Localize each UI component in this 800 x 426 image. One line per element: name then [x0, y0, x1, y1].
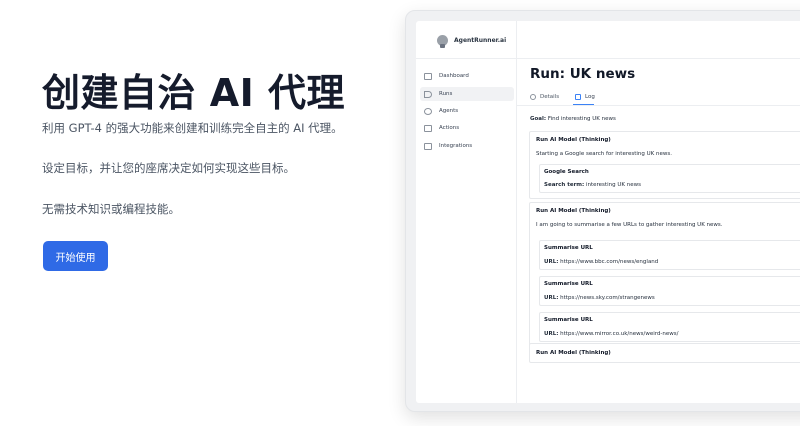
url-link[interactable]: https://news.sky.com/strangenews [560, 295, 655, 301]
goal-label: Goal: [530, 116, 547, 122]
main-content: Run: UK news Details Log Goal: Find inte… [517, 21, 800, 403]
tab-label: Details [540, 94, 560, 100]
brand-name: AgentRunner.ai [454, 37, 507, 44]
sidebar: AgentRunner.ai Dashboard Runs Agents Act… [416, 21, 517, 403]
log-entry-detail: URL: https://www.mirror.co.uk/news/weird… [544, 331, 678, 337]
info-icon [530, 94, 536, 100]
detail-label: URL: [544, 259, 559, 265]
log-entry: Run AI Model (Thinking) I am going to su… [529, 202, 800, 356]
divider [517, 58, 800, 59]
hero-title: 创建自治 AI 代理 [42, 71, 346, 115]
sidebar-item-integrations[interactable]: Integrations [420, 139, 514, 153]
sidebar-item-label: Runs [439, 91, 453, 97]
get-started-button[interactable]: 开始使用 [43, 241, 108, 271]
log-entry-title: Run AI Model (Thinking) [536, 137, 611, 143]
tab-details[interactable]: Details [530, 94, 559, 100]
sidebar-item-runs[interactable]: Runs [420, 87, 514, 101]
hero-description-2: 设定目标，并让您的座席决定如何实现这些目标。 [42, 161, 295, 175]
sidebar-item-label: Integrations [439, 143, 473, 149]
log-sub-entry: Google Search Search term: interesting U… [539, 164, 800, 193]
hero-description-3: 无需技术知识或编程技能。 [42, 202, 180, 216]
brand[interactable]: AgentRunner.ai [437, 35, 507, 48]
log-entry-title: Summarise URL [544, 281, 593, 287]
log-icon [575, 94, 581, 100]
sidebar-item-label: Actions [439, 125, 460, 131]
sidebar-item-label: Agents [439, 108, 459, 114]
robot-logo-icon [437, 35, 448, 48]
log-entry-text: I am going to summarise a few URLs to ga… [536, 222, 723, 228]
run-goal: Goal: Find interesting UK news [530, 116, 616, 122]
log-entry-detail: URL: https://news.sky.com/strangenews [544, 295, 655, 301]
log-entry-title: Summarise URL [544, 317, 593, 323]
hero-description-1: 利用 GPT-4 的强大功能来创建和训练完全自主的 AI 代理。 [42, 121, 343, 135]
log-sub-entry: Summarise URL URL: https://www.mirror.co… [539, 312, 800, 342]
detail-value: interesting UK news [585, 182, 641, 188]
goal-value: Find interesting UK news [547, 116, 616, 122]
log-entry-title: Run AI Model (Thinking) [536, 208, 611, 214]
tab-label: Log [585, 94, 595, 100]
play-icon [424, 90, 432, 98]
log-entry-text: Starting a Google search for interesting… [536, 151, 672, 157]
log-sub-entry: Summarise URL URL: https://www.bbc.com/n… [539, 240, 800, 270]
log-entry-title: Summarise URL [544, 245, 593, 251]
divider [517, 105, 800, 106]
integrations-icon [424, 142, 432, 150]
detail-label: URL: [544, 331, 559, 337]
agent-icon [424, 107, 432, 115]
sidebar-item-agents[interactable]: Agents [420, 104, 514, 118]
log-entry-detail: Search term: interesting UK news [544, 182, 641, 188]
log-entry-title: Run AI Model (Thinking) [536, 350, 611, 356]
tab-log[interactable]: Log [575, 94, 595, 100]
detail-label: Search term: [544, 182, 585, 188]
detail-label: URL: [544, 295, 559, 301]
app-preview-window: AgentRunner.ai Dashboard Runs Agents Act… [416, 21, 800, 403]
log-entry-title: Google Search [544, 169, 589, 175]
sidebar-item-label: Dashboard [439, 73, 469, 79]
log-entry: Run AI Model (Thinking) [529, 343, 800, 363]
log-entry-detail: URL: https://www.bbc.com/news/england [544, 259, 658, 265]
url-link[interactable]: https://www.mirror.co.uk/news/weird-news… [560, 331, 678, 337]
app-preview-frame: AgentRunner.ai Dashboard Runs Agents Act… [405, 10, 800, 412]
log-entry: Run AI Model (Thinking) Starting a Googl… [529, 131, 800, 199]
page-title: Run: UK news [530, 66, 636, 82]
divider [416, 58, 517, 59]
url-link[interactable]: https://www.bbc.com/news/england [560, 259, 658, 265]
sidebar-item-dashboard[interactable]: Dashboard [420, 69, 514, 83]
log-sub-entry: Summarise URL URL: https://news.sky.com/… [539, 276, 800, 306]
dashboard-icon [424, 72, 432, 80]
actions-icon [424, 124, 432, 132]
sidebar-item-actions[interactable]: Actions [420, 121, 514, 135]
